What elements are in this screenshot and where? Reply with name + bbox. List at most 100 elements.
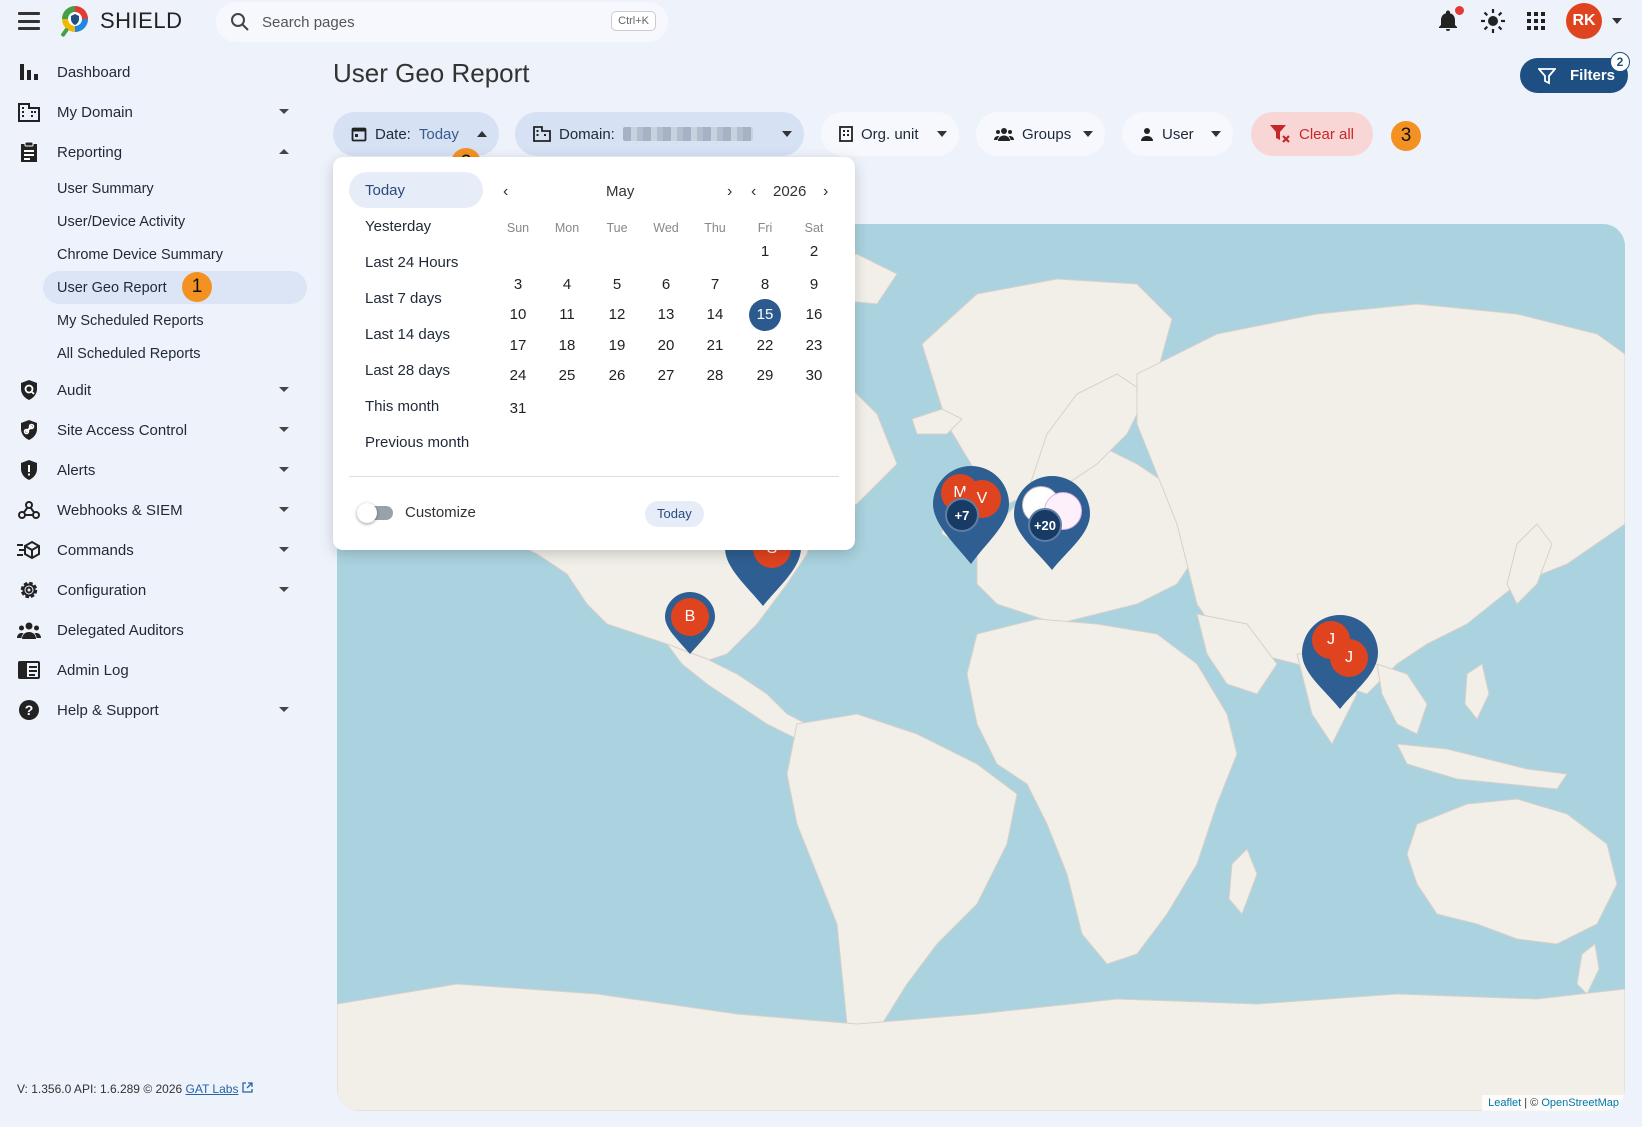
calendar-day[interactable]: 31 (502, 393, 534, 425)
calendar-day[interactable]: 4 (551, 269, 583, 301)
groups-filter-chip[interactable]: Groups (976, 112, 1105, 156)
today-button[interactable]: Today (645, 501, 704, 527)
sidebar-item-configuration[interactable]: Configuration (0, 570, 310, 610)
calendar-day[interactable]: 3 (502, 269, 534, 301)
prev-month-chevron-icon[interactable]: ‹ (503, 183, 508, 201)
chevron-down-icon[interactable] (1612, 18, 1622, 24)
search-shortcut: Ctrl+K (611, 11, 656, 31)
sidebar-item-delegated-auditors[interactable]: Delegated Auditors (0, 610, 310, 650)
openstreetmap-link[interactable]: OpenStreetMap (1541, 1097, 1619, 1109)
sidebar-subitem-my-scheduled-reports[interactable]: My Scheduled Reports (0, 304, 310, 337)
customize-toggle[interactable] (357, 503, 393, 523)
leaflet-link[interactable]: Leaflet (1488, 1097, 1521, 1109)
calendar-day[interactable]: 15 (749, 299, 781, 331)
sidebar-item-audit[interactable]: Audit (0, 370, 310, 410)
sidebar-subitem-user-device-activity[interactable]: User/Device Activity (0, 205, 310, 238)
domain-filter-chip[interactable]: Domain: (515, 112, 804, 156)
clear-all-button[interactable]: Clear all (1251, 112, 1373, 156)
chevron-down-icon[interactable] (782, 131, 792, 137)
preset-today[interactable]: Today (349, 172, 483, 208)
chevron-down-icon[interactable] (1083, 131, 1093, 137)
calendar-day[interactable]: 30 (798, 360, 830, 392)
calendar-day[interactable]: 9 (798, 269, 830, 301)
calendar-day[interactable]: 14 (699, 299, 731, 331)
org-unit-filter-chip[interactable]: Org. unit (821, 112, 959, 156)
calendar-day[interactable]: 17 (502, 330, 534, 362)
calendar-day[interactable]: 11 (551, 299, 583, 331)
calendar-day[interactable]: 13 (650, 299, 682, 331)
preset-last-7-days[interactable]: Last 7 days (349, 280, 483, 316)
next-year-chevron-icon[interactable]: › (823, 183, 828, 201)
calendar-day[interactable]: 18 (551, 330, 583, 362)
chevron-down-icon[interactable] (279, 109, 289, 114)
search-icon (231, 13, 249, 31)
clear-all-label: Clear all (1299, 125, 1355, 143)
preset-yesterday[interactable]: Yesterday (349, 208, 483, 244)
notifications-icon[interactable] (1436, 6, 1464, 33)
calendar-day[interactable]: 21 (699, 330, 731, 362)
calendar-day[interactable]: 27 (650, 360, 682, 392)
calendar-day[interactable]: 1 (749, 236, 781, 268)
sidebar-item-my-domain[interactable]: My Domain (0, 92, 310, 132)
calendar-day[interactable]: 12 (601, 299, 633, 331)
sidebar-item-dashboard[interactable]: Dashboard (0, 52, 310, 92)
chevron-down-icon[interactable] (937, 131, 947, 137)
preset-last-14-days[interactable]: Last 14 days (349, 316, 483, 352)
calendar-day[interactable]: 29 (749, 360, 781, 392)
chevron-down-icon[interactable] (1211, 131, 1221, 137)
chevron-down-icon[interactable] (279, 387, 289, 392)
chevron-down-icon[interactable] (279, 547, 289, 552)
search-bar[interactable]: Search pages Ctrl+K (216, 2, 668, 42)
chevron-up-icon[interactable] (477, 131, 487, 137)
calendar-day[interactable]: 20 (650, 330, 682, 362)
menu-icon[interactable] (18, 12, 40, 30)
calendar-day[interactable]: 26 (601, 360, 633, 392)
app-logo[interactable]: SHIELD (58, 4, 182, 38)
sidebar-item-alerts[interactable]: Alerts (0, 450, 310, 490)
calendar-day[interactable]: 7 (699, 269, 731, 301)
preset-last-24-hours[interactable]: Last 24 Hours (349, 244, 483, 280)
chevron-down-icon[interactable] (279, 707, 289, 712)
webhook-icon (17, 498, 41, 522)
sidebar-item-admin-log[interactable]: Admin Log (0, 650, 310, 690)
next-month-chevron-icon[interactable]: › (727, 183, 732, 201)
preset-this-month[interactable]: This month (349, 388, 483, 424)
calendar-day[interactable]: 23 (798, 330, 830, 362)
chevron-down-icon[interactable] (279, 467, 289, 472)
chevron-down-icon[interactable] (279, 587, 289, 592)
prev-year-chevron-icon[interactable]: ‹ (751, 183, 756, 201)
calendar-day[interactable]: 5 (601, 269, 633, 301)
calendar-day[interactable]: 6 (650, 269, 682, 301)
commands-cube-icon (17, 538, 41, 562)
calendar-day[interactable]: 16 (798, 299, 830, 331)
sidebar-item-reporting[interactable]: Reporting (0, 132, 310, 172)
preset-previous-month[interactable]: Previous month (349, 424, 483, 460)
filters-button[interactable]: Filters 2 (1520, 52, 1630, 93)
sidebar-subitem-chrome-device-summary[interactable]: Chrome Device Summary (0, 238, 310, 271)
sidebar-subitem-all-scheduled-reports[interactable]: All Scheduled Reports (0, 337, 310, 370)
calendar-day[interactable]: 8 (749, 269, 781, 301)
date-filter-label: Date: (375, 125, 411, 143)
calendar-day[interactable]: 2 (798, 236, 830, 268)
apps-grid-icon[interactable] (1526, 11, 1546, 31)
sidebar-subitem-user-geo-report[interactable]: User Geo Report 1 (43, 271, 307, 304)
theme-toggle-icon[interactable] (1480, 8, 1506, 34)
calendar-day[interactable]: 10 (502, 299, 534, 331)
calendar-day[interactable]: 22 (749, 330, 781, 362)
gat-labs-link[interactable]: GAT Labs (186, 1082, 239, 1096)
user-avatar[interactable]: RK (1566, 3, 1602, 39)
calendar-day[interactable]: 28 (699, 360, 731, 392)
calendar-day[interactable]: 25 (551, 360, 583, 392)
sidebar-item-site-access-control[interactable]: Site Access Control (0, 410, 310, 450)
calendar-day[interactable]: 24 (502, 360, 534, 392)
sidebar-item-help-support[interactable]: ? Help & Support (0, 690, 310, 730)
user-filter-chip[interactable]: User (1122, 112, 1233, 156)
sidebar-item-webhooks-siem[interactable]: Webhooks & SIEM (0, 490, 310, 530)
sidebar-subitem-user-summary[interactable]: User Summary (0, 172, 310, 205)
chevron-up-icon[interactable] (279, 149, 289, 154)
preset-last-28-days[interactable]: Last 28 days (349, 352, 483, 388)
calendar-day[interactable]: 19 (601, 330, 633, 362)
chevron-down-icon[interactable] (279, 507, 289, 512)
sidebar-item-commands[interactable]: Commands (0, 530, 310, 570)
chevron-down-icon[interactable] (279, 427, 289, 432)
